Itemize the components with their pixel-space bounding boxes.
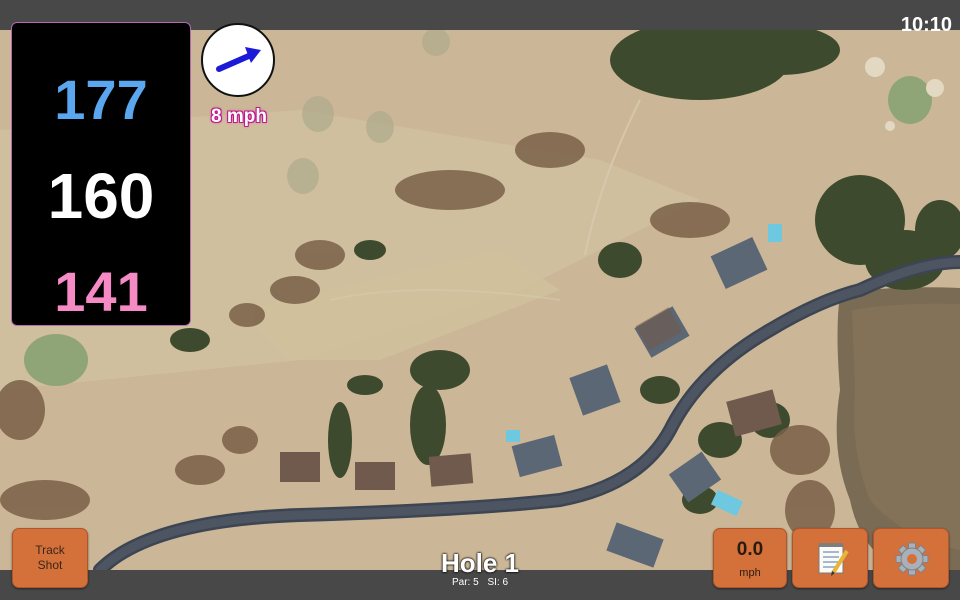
- wind-indicator: [201, 23, 275, 97]
- settings-button[interactable]: [873, 528, 949, 588]
- track-shot-label-line1: Track: [35, 543, 65, 557]
- hole-par: Par: 5: [451, 577, 479, 588]
- speed-button[interactable]: 0.0 mph: [713, 528, 787, 588]
- center-yardage: 160: [47, 160, 155, 232]
- gear-icon: [895, 542, 929, 576]
- front-yardage: 141: [54, 260, 148, 323]
- hole-title: Hole 1: [440, 548, 520, 578]
- wind-speed-label: 8 mph: [211, 106, 267, 127]
- clock: 10:10: [900, 14, 952, 36]
- hole-info: Par: 5 SI: 6: [380, 577, 580, 588]
- track-shot-label-line2: Shot: [37, 558, 63, 572]
- speed-value: 0.0: [736, 539, 764, 560]
- track-shot-button[interactable]: Track Shot: [12, 528, 88, 588]
- arrow-icon: [216, 47, 261, 72]
- notes-button[interactable]: [792, 528, 868, 588]
- yardage-panel: 177 160 141: [11, 22, 191, 326]
- hole-stroke-index: SI: 6: [487, 577, 509, 588]
- speed-unit: mph: [739, 567, 761, 579]
- back-yardage: 177: [54, 68, 148, 131]
- notepad-icon: [818, 543, 849, 576]
